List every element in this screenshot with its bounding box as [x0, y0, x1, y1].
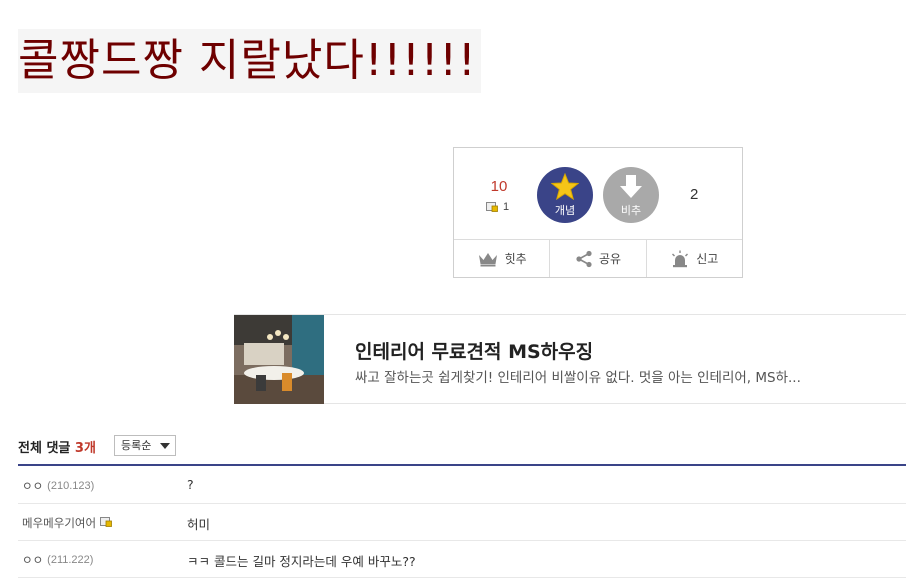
comment-text: ? [187, 477, 194, 492]
fixed-user-count: 1 [503, 201, 510, 213]
fixed-user-icon [100, 516, 112, 530]
hit-recommend-label: 힛추 [504, 252, 527, 266]
crown-icon [477, 251, 499, 267]
chevron-down-icon [160, 443, 170, 449]
star-icon [550, 172, 580, 201]
ad-description: 싸고 잘하는곳 쉽게찾기! 인테리어 비쌀이유 없다. 멋을 아는 인테리어, … [355, 370, 801, 386]
upvote-button[interactable]: 개념 [537, 167, 593, 223]
upvote-label: 개념 [554, 204, 576, 217]
report-label: 신고 [696, 252, 719, 266]
arrow-down-icon [617, 173, 645, 201]
vote-box: 10 1 개념 비추 2 힛추 공유 신고 [453, 147, 743, 278]
comment-ip: (211.222) [47, 554, 94, 566]
fixed-user-icon [486, 202, 498, 212]
comment-sort-select[interactable]: 등록순 [114, 435, 176, 456]
comment-count-heading: 전체 댓글 3개 [18, 437, 96, 456]
vote-actions: 힛추 공유 신고 [454, 240, 742, 277]
comment-nick: ㅇㅇ [22, 479, 44, 493]
ad-title: 인테리어 무료견적 MS하우징 [355, 341, 594, 363]
vote-top: 10 1 개념 비추 2 [454, 148, 742, 240]
comment-row: ㅇㅇ (210.123) ? [18, 467, 906, 504]
comment-label: 전체 댓글 [18, 441, 71, 456]
comment-count: 3개 [74, 441, 96, 456]
comment-ip: (210.123) [47, 480, 95, 492]
report-button[interactable]: 신고 [647, 240, 742, 277]
comment-list: ㅇㅇ (210.123) ? 메우메우기여어 허미 ㅇㅇ (211.222) ㅋ… [18, 467, 906, 578]
fixed-user-up-count: 1 [486, 201, 509, 213]
ad-banner[interactable]: 인테리어 무료견적 MS하우징 싸고 잘하는곳 쉽게찾기! 인테리어 비쌀이유 … [234, 314, 906, 404]
share-button[interactable]: 공유 [550, 240, 647, 277]
comment-sort-value: 등록순 [121, 439, 152, 452]
ad-thumbnail-image [234, 315, 324, 404]
comment-author[interactable]: ㅇㅇ (210.123) [22, 478, 94, 494]
comment-header: 전체 댓글 3개 등록순 [18, 433, 906, 466]
comment-nick: 메우메우기여어 [22, 516, 97, 530]
downvote-button[interactable]: 비추 [603, 167, 659, 223]
share-icon [575, 250, 593, 268]
comment-row: ㅇㅇ (211.222) ㅋㅋ 콜드는 길마 정지라는데 우예 바꾸노?? [18, 541, 906, 578]
up-vote-count: 10 [490, 178, 508, 195]
comment-text: 허미 [187, 517, 211, 532]
down-vote-count: 2 [690, 186, 699, 203]
comment-row: 메우메우기여어 허미 [18, 504, 906, 541]
hit-recommend-button[interactable]: 힛추 [454, 240, 551, 277]
comment-author[interactable]: 메우메우기여어 [22, 515, 112, 531]
comment-text: ㅋㅋ 콜드는 길마 정지라는데 우예 바꾸노?? [187, 554, 416, 569]
siren-icon [670, 250, 690, 268]
downvote-label: 비추 [620, 204, 642, 217]
share-label: 공유 [598, 252, 622, 266]
comment-nick: ㅇㅇ [22, 553, 44, 567]
post-title: 콜짱드짱 지랄났다!!!!!! [18, 29, 481, 93]
comment-author[interactable]: ㅇㅇ (211.222) [22, 552, 93, 568]
